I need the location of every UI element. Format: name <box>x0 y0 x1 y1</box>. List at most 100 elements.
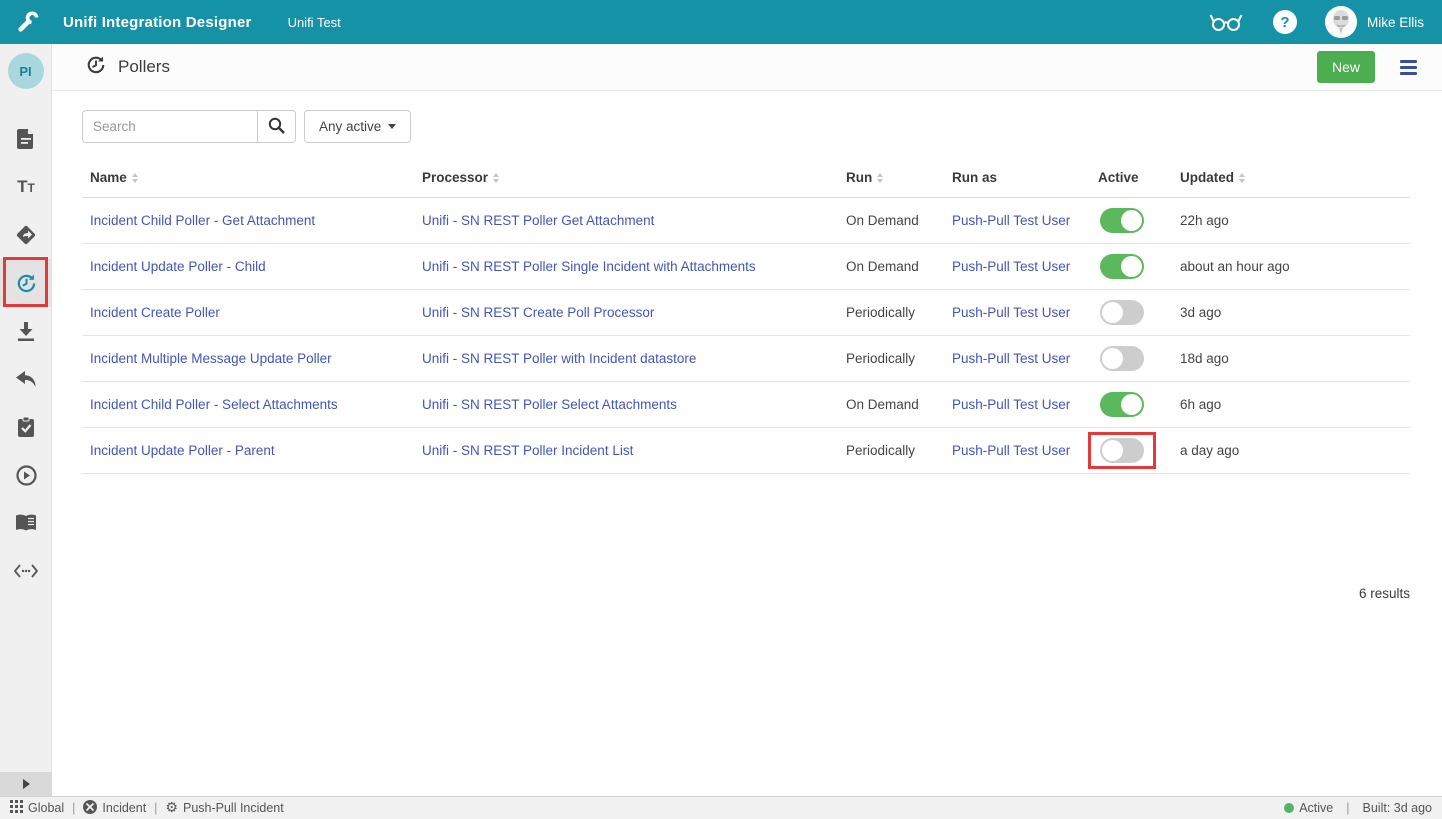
toolbar: Any active <box>82 110 1442 143</box>
toggle-knob <box>1121 394 1142 415</box>
sidebar-item-import[interactable] <box>0 307 52 355</box>
workspace-avatar[interactable]: PI <box>8 53 44 89</box>
help-icon[interactable]: ? <box>1273 10 1297 34</box>
sidebar-item-triggers[interactable] <box>0 451 52 499</box>
application-indicator[interactable]: Incident <box>83 800 146 817</box>
run-value: Periodically <box>846 305 915 320</box>
processor-link[interactable]: Unifi - SN REST Poller Single Incident w… <box>422 259 756 274</box>
poller-name-link[interactable]: Incident Child Poller - Get Attachment <box>90 213 315 228</box>
new-button[interactable]: New <box>1317 51 1375 83</box>
active-toggle[interactable] <box>1100 300 1144 325</box>
processor-link[interactable]: Unifi - SN REST Poller Incident List <box>422 443 633 458</box>
pollers-table-body: Incident Child Poller - Get Attachment Un… <box>82 198 1410 474</box>
text-fields-icon: TT <box>17 177 35 197</box>
poller-name-link[interactable]: Incident Multiple Message Update Poller <box>90 351 332 366</box>
sidebar-item-fields[interactable]: TT <box>0 163 52 211</box>
sidebar-expand-button[interactable] <box>0 772 52 796</box>
active-toggle[interactable] <box>1100 346 1144 371</box>
active-toggle[interactable] <box>1100 254 1144 279</box>
expand-arrow-icon <box>23 779 30 789</box>
cell-active <box>1090 336 1172 382</box>
glasses-icon[interactable] <box>1209 11 1243 33</box>
sidebar-item-documents[interactable] <box>0 115 52 163</box>
cell-run: Periodically <box>838 428 944 474</box>
sidebar-item-documentation[interactable] <box>0 499 52 547</box>
scope-label: Global <box>28 801 64 815</box>
separator: | <box>154 801 157 815</box>
search-button[interactable] <box>257 110 296 143</box>
active-toggle[interactable] <box>1100 392 1144 417</box>
run-value: Periodically <box>846 443 915 458</box>
menu-icon[interactable] <box>1397 57 1420 78</box>
column-header-active: Active <box>1090 160 1172 198</box>
gear-icon: ⚙ <box>165 801 178 815</box>
cell-name: Incident Child Poller - Select Attachmen… <box>82 382 414 428</box>
processor-link[interactable]: Unifi - SN REST Poller with Incident dat… <box>422 351 696 366</box>
page-header: Pollers New <box>52 44 1442 91</box>
poller-name-link[interactable]: Incident Create Poller <box>90 305 220 320</box>
cell-name: Incident Multiple Message Update Poller <box>82 336 414 382</box>
sort-icon <box>1239 173 1245 183</box>
user-avatar[interactable] <box>1325 6 1357 38</box>
application-icon <box>83 800 97 817</box>
processor-link[interactable]: Unifi - SN REST Poller Get Attachment <box>422 213 654 228</box>
poller-name-link[interactable]: Incident Update Poller - Parent <box>90 443 275 458</box>
poller-name-link[interactable]: Incident Child Poller - Select Attachmen… <box>90 397 338 412</box>
cell-run-as: Push-Pull Test User <box>944 382 1090 428</box>
active-toggle[interactable] <box>1100 438 1144 463</box>
sidebar-item-responses[interactable] <box>0 355 52 403</box>
status-dot-icon <box>1284 803 1294 813</box>
sidebar-item-mapping[interactable] <box>0 211 52 259</box>
sidebar-item-scripts[interactable] <box>0 547 52 595</box>
scope-indicator[interactable]: Global <box>10 800 64 816</box>
active-toggle[interactable] <box>1100 208 1144 233</box>
separator: | <box>1346 801 1349 815</box>
results-count: 6 results <box>52 586 1410 601</box>
column-header-run[interactable]: Run <box>838 160 944 198</box>
chevron-down-icon <box>388 124 396 129</box>
cell-processor: Unifi - SN REST Poller Select Attachment… <box>414 382 838 428</box>
cell-name: Incident Update Poller - Parent <box>82 428 414 474</box>
search-input[interactable] <box>82 110 257 143</box>
cell-run: On Demand <box>838 198 944 244</box>
integration-indicator[interactable]: ⚙ Push-Pull Incident <box>165 801 283 815</box>
cell-updated: 22h ago <box>1172 198 1410 244</box>
cell-processor: Unifi - SN REST Poller Incident List <box>414 428 838 474</box>
run-as-user-link[interactable]: Push-Pull Test User <box>952 443 1070 458</box>
built-label: Built: 3d ago <box>1363 801 1433 815</box>
cell-name: Incident Child Poller - Get Attachment <box>82 198 414 244</box>
run-as-user-link[interactable]: Push-Pull Test User <box>952 213 1070 228</box>
processor-link[interactable]: Unifi - SN REST Create Poll Processor <box>422 305 654 320</box>
run-as-user-link[interactable]: Push-Pull Test User <box>952 305 1070 320</box>
main-content: Pollers New Any active <box>52 44 1442 796</box>
column-header-processor[interactable]: Processor <box>414 160 838 198</box>
run-as-user-link[interactable]: Push-Pull Test User <box>952 397 1070 412</box>
poller-name-link[interactable]: Incident Update Poller - Child <box>90 259 266 274</box>
sort-icon <box>493 173 499 183</box>
topbar: Unifi Integration Designer Unifi Test ? <box>0 0 1442 44</box>
sidebar-item-tasks[interactable] <box>0 403 52 451</box>
poller-icon <box>16 273 37 294</box>
run-as-user-link[interactable]: Push-Pull Test User <box>952 351 1070 366</box>
processor-link[interactable]: Unifi - SN REST Poller Select Attachment… <box>422 397 677 412</box>
toggle-knob <box>1102 348 1123 369</box>
active-filter-dropdown[interactable]: Any active <box>304 110 411 143</box>
table-row: Incident Update Poller - Parent Unifi - S… <box>82 428 1410 474</box>
table-row: Incident Multiple Message Update Poller U… <box>82 336 1410 382</box>
workspace-name[interactable]: Unifi Test <box>288 15 341 30</box>
cell-updated: 6h ago <box>1172 382 1410 428</box>
reply-icon <box>16 371 36 388</box>
updated-value: 6h ago <box>1180 397 1221 412</box>
sidebar-item-pollers[interactable] <box>0 259 52 307</box>
cell-run: Periodically <box>838 336 944 382</box>
book-icon <box>15 514 37 532</box>
user-name[interactable]: Mike Ellis <box>1367 15 1424 30</box>
column-header-updated[interactable]: Updated <box>1172 160 1410 198</box>
cell-active <box>1090 290 1172 336</box>
cell-name: Incident Create Poller <box>82 290 414 336</box>
cell-run: On Demand <box>838 382 944 428</box>
column-header-name[interactable]: Name <box>82 160 414 198</box>
run-value: On Demand <box>846 397 919 412</box>
run-as-user-link[interactable]: Push-Pull Test User <box>952 259 1070 274</box>
grid-icon <box>10 800 23 816</box>
